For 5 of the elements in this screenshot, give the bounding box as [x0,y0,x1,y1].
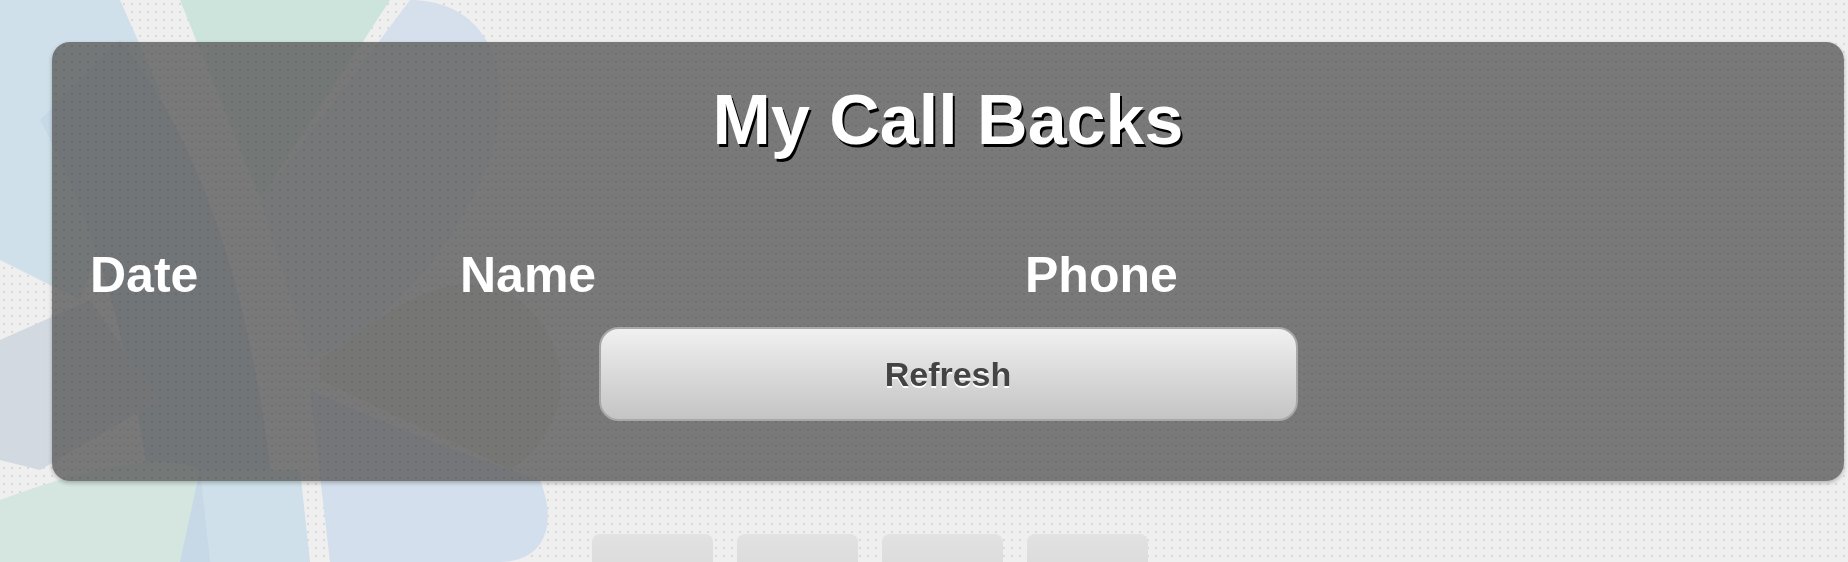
refresh-button[interactable]: Refresh [598,327,1298,421]
panel-title: My Call Backs [712,80,1184,160]
column-header: Name [460,247,597,303]
column-header: Date [90,247,199,303]
column-header: Phone [1025,247,1178,303]
